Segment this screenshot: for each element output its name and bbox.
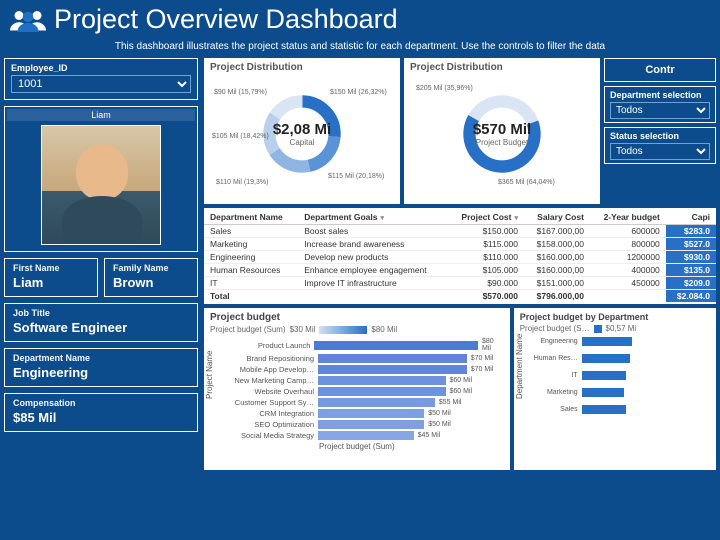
employee-id-select[interactable]: 1001 [11, 75, 191, 93]
donut-capital-card[interactable]: Project Distribution $2,08 Mi Capital $9… [204, 58, 400, 204]
dept-budget-legend: Project budget (S… $0,57 Mi [520, 324, 710, 333]
donut-slice-label: $90 Mil (15,79%) [214, 89, 267, 96]
compensation-field: Compensation $85 Mil [4, 393, 198, 432]
col-goals[interactable]: Department Goals [298, 210, 447, 225]
legend-swatch-icon [594, 325, 602, 333]
department-value: Engineering [13, 365, 189, 380]
right-controls: Contr Department selection Todos Status … [604, 58, 716, 204]
family-name-field: Family Name Brown [104, 258, 198, 297]
first-name-value: Liam [13, 275, 89, 290]
bar-row: IT [528, 371, 710, 380]
department-label: Department Name [13, 353, 189, 363]
donut-capital-title: Project Distribution [210, 62, 394, 73]
col-dept[interactable]: Department Name [204, 210, 298, 225]
dept-budget-chart[interactable]: Project budget by Department Project bud… [514, 308, 716, 470]
project-budget-ylabel: Project Name [205, 350, 214, 398]
bar-row: SEO Optimization$50 Mil [220, 420, 504, 429]
bar-row: Brand Repositioning$70 Mil [220, 354, 504, 363]
project-budget-xlabel: Project budget (Sum) [210, 442, 504, 451]
employee-photo-card: Liam [4, 106, 198, 252]
col-scost[interactable]: Salary Cost [524, 210, 590, 225]
family-name-label: Family Name [113, 263, 189, 273]
people-icon [10, 8, 46, 32]
content-area: Project Distribution $2,08 Mi Capital $9… [204, 58, 716, 470]
compensation-value: $85 Mil [13, 410, 189, 425]
bar-row: New Marketing Camp…$60 Mil [220, 376, 504, 385]
page-title: Project Overview Dashboard [54, 4, 398, 35]
dept-budget-title: Project budget by Department [520, 312, 710, 322]
donut-slice-label: $365 Mil (64,04%) [498, 179, 555, 186]
department-field: Department Name Engineering [4, 348, 198, 387]
dept-budget-ylabel: Department Name [515, 333, 524, 398]
first-name-label: First Name [13, 263, 89, 273]
donut-slice-label: $150 Mil (26,32%) [330, 89, 387, 96]
gradient-legend-icon [319, 326, 367, 334]
donut-slice-label: $115 Mil (20,18%) [328, 173, 384, 180]
bar-row: Human Res… [528, 354, 710, 363]
job-title-value: Software Engineer [13, 320, 189, 335]
job-title-label: Job Title [13, 308, 189, 318]
table-row[interactable]: SalesBoost sales$150.000$167.000,0060000… [204, 225, 716, 238]
col-capital[interactable]: Capi [666, 210, 716, 225]
bar-row: Mobile App Develop…$70 Mil [220, 365, 504, 374]
table-total-row: Total$570.000$796.000,00$2.084.0 [204, 290, 716, 303]
col-2y[interactable]: 2-Year budget [590, 210, 666, 225]
status-selection-select[interactable]: Todos [610, 143, 710, 160]
donut-slice-label: $110 Mil (19,3%) [216, 179, 268, 186]
page-header: Project Overview Dashboard [0, 0, 720, 39]
department-selection-label: Department selection [610, 90, 710, 100]
table-row[interactable]: MarketingIncrease brand awareness$115.00… [204, 238, 716, 251]
project-budget-legend: Project budget (Sum) $30 Mil $80 Mil [210, 325, 504, 334]
status-selection-label: Status selection [610, 131, 710, 141]
page-subtitle: This dashboard illustrates the project s… [0, 39, 720, 58]
donut-slice-label: $105 Mil (18,42%) [212, 133, 269, 140]
donut-slice-label: $205 Mil (35,96%) [416, 85, 473, 92]
employee-photo-name: Liam [7, 109, 195, 121]
table-row[interactable]: Human ResourcesEnhance employee engageme… [204, 264, 716, 277]
donut-capital-center: $2,08 Mi Capital [273, 121, 331, 147]
controls-button[interactable]: Contr [604, 58, 716, 82]
employee-id-label: Employee_ID [11, 63, 191, 73]
department-selection-select[interactable]: Todos [610, 102, 710, 119]
bar-row: Website Overhaul$60 Mil [220, 387, 504, 396]
bar-row: Social Media Strategy$45 Mil [220, 431, 504, 440]
employee-id-field: Employee_ID 1001 [4, 58, 198, 100]
table-row[interactable]: EngineeringDevelop new products$110.000$… [204, 251, 716, 264]
col-pcost[interactable]: Project Cost [448, 210, 524, 225]
department-selection: Department selection Todos [604, 86, 716, 123]
project-budget-chart[interactable]: Project budget Project budget (Sum) $30 … [204, 308, 510, 470]
bar-row: Marketing [528, 388, 710, 397]
job-title-field: Job Title Software Engineer [4, 303, 198, 342]
donut-budget-title: Project Distribution [410, 62, 594, 73]
compensation-label: Compensation [13, 398, 189, 408]
first-name-field: First Name Liam [4, 258, 98, 297]
bar-row: CRM Integration$50 Mil [220, 409, 504, 418]
department-table-card[interactable]: Department Name Department Goals Project… [204, 208, 716, 304]
donut-budget-card[interactable]: Project Distribution $570 Mil Project Bu… [404, 58, 600, 204]
bar-row: Customer Support Sy…$55 Mil [220, 398, 504, 407]
sidebar: Employee_ID 1001 Liam First Name Liam Fa… [4, 58, 198, 470]
donut-budget-center: $570 Mil Project Budget [473, 121, 531, 147]
bar-row: Product Launch$80 Mil [220, 338, 504, 352]
table-row[interactable]: ITImprove IT infrastructure$90.000$151.0… [204, 277, 716, 290]
family-name-value: Brown [113, 275, 189, 290]
bar-row: Engineering [528, 337, 710, 346]
employee-photo [41, 125, 161, 245]
status-selection: Status selection Todos [604, 127, 716, 164]
bar-row: Sales [528, 405, 710, 414]
project-budget-title: Project budget [210, 312, 504, 323]
department-table: Department Name Department Goals Project… [204, 210, 716, 302]
